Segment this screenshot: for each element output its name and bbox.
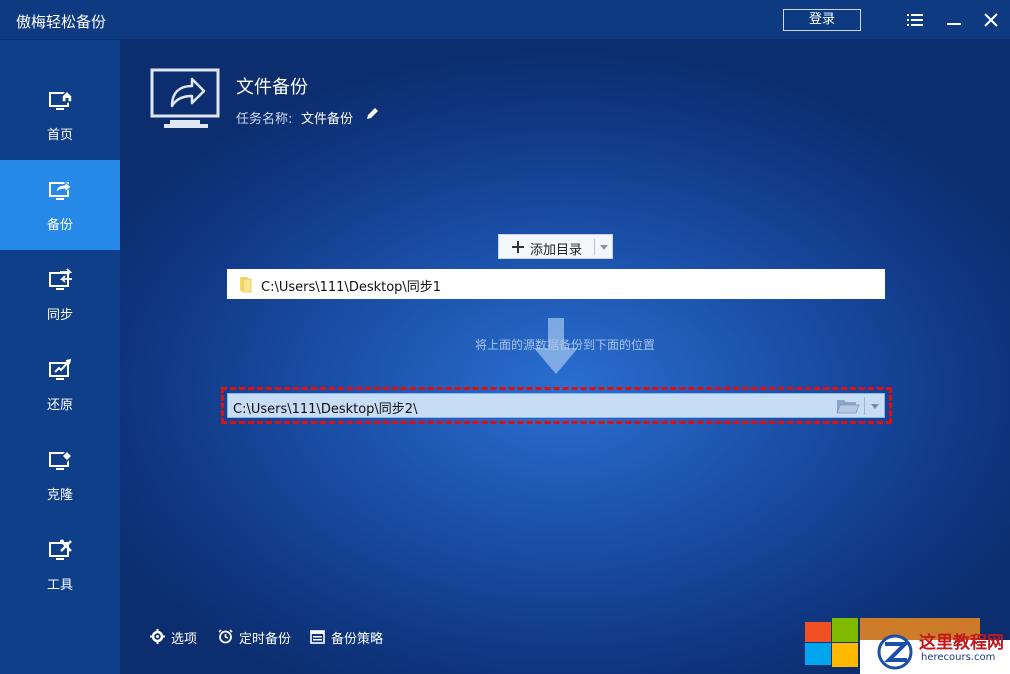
- chevron-down-icon[interactable]: [599, 244, 609, 251]
- menu-icon[interactable]: [906, 11, 924, 29]
- backup-strategy-label: 备份策略: [331, 632, 384, 647]
- sidebar-item-clone[interactable]: 克隆: [0, 430, 120, 520]
- login-button[interactable]: 登录: [783, 9, 861, 31]
- restore-icon: [49, 358, 72, 380]
- add-directory-button[interactable]: 添加目录: [498, 234, 613, 259]
- sidebar-item-label: 还原: [46, 398, 73, 413]
- watermark-text: 这里教程网: [919, 633, 1004, 653]
- sidebar-item-label: 备份: [46, 218, 73, 233]
- plus-icon: [512, 241, 524, 253]
- options-button[interactable]: 选项: [150, 627, 210, 647]
- sidebar-item-backup[interactable]: 备份: [0, 160, 120, 250]
- folder-icon: [240, 277, 252, 293]
- backup-strategy-button[interactable]: 备份策略: [310, 627, 394, 647]
- main-panel: 文件备份 任务名称: 文件备份 添加目录 C:\Users\111\Deskto…: [120, 40, 1010, 674]
- sidebar-item-restore[interactable]: 还原: [0, 340, 120, 430]
- backup-icon: [49, 180, 72, 200]
- clone-icon: [49, 449, 74, 470]
- divider: [594, 239, 595, 255]
- calendar-list-icon: [310, 630, 325, 644]
- sidebar-item-label: 克隆: [46, 488, 73, 503]
- sidebar: 首页 备份 同步 还原 克隆 工具: [0, 40, 120, 674]
- options-label: 选项: [171, 632, 198, 647]
- task-name-value: 文件备份: [301, 112, 354, 127]
- destination-path: C:\Users\111\Desktop\同步2\: [233, 402, 418, 417]
- divider: [864, 397, 865, 415]
- sidebar-item-label: 工具: [46, 578, 73, 593]
- source-path-row[interactable]: C:\Users\111\Desktop\同步1: [227, 269, 885, 299]
- title-bar: 傲梅轻松备份 登录: [0, 0, 1010, 40]
- sync-icon: [49, 268, 73, 290]
- home-monitor-icon: [49, 89, 73, 110]
- sidebar-item-label: 首页: [46, 128, 73, 143]
- sidebar-item-home[interactable]: 首页: [0, 70, 120, 160]
- schedule-label: 定时备份: [239, 632, 292, 647]
- add-directory-label: 添加目录: [530, 243, 583, 258]
- source-path: C:\Users\111\Desktop\同步1: [261, 280, 442, 295]
- edit-pencil-icon[interactable]: [364, 106, 380, 122]
- destination-path-field[interactable]: C:\Users\111\Desktop\同步2\: [227, 393, 885, 418]
- app-title: 傲梅轻松备份: [16, 13, 107, 31]
- sidebar-item-tools[interactable]: 工具: [0, 520, 120, 610]
- task-title: 文件备份: [236, 77, 308, 98]
- hint-text: 将上面的源数据备份到下面的位置: [474, 338, 655, 352]
- sidebar-item-label: 同步: [46, 308, 73, 323]
- chevron-down-icon[interactable]: [870, 403, 880, 410]
- watermark-subtext: herecours.com: [921, 652, 996, 663]
- file-backup-monitor-icon: [150, 68, 220, 128]
- minimize-icon[interactable]: [945, 11, 963, 29]
- task-name-label: 任务名称:: [236, 112, 293, 127]
- tools-icon: [49, 539, 72, 560]
- alarm-clock-icon: [218, 629, 233, 644]
- schedule-button[interactable]: 定时备份: [218, 627, 302, 647]
- gear-icon: [150, 629, 165, 644]
- sidebar-item-sync[interactable]: 同步: [0, 250, 120, 340]
- close-icon[interactable]: [982, 11, 1000, 29]
- open-folder-icon[interactable]: [836, 398, 860, 414]
